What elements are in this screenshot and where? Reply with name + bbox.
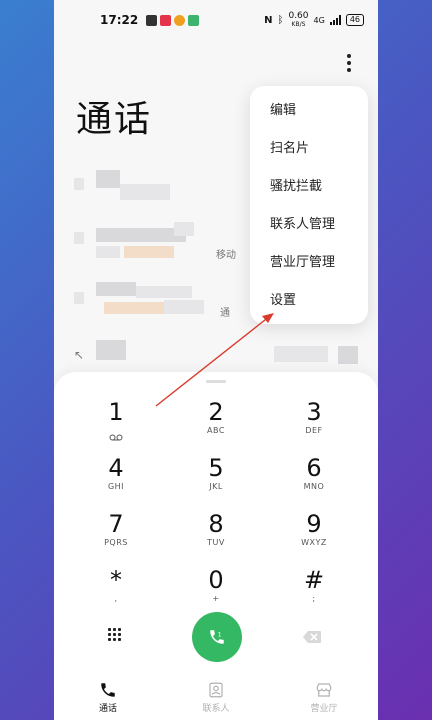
dial-key-7[interactable]: 7 PQRS bbox=[76, 510, 156, 562]
key-digit: 3 bbox=[306, 398, 322, 426]
key-letters: DEF bbox=[305, 426, 323, 435]
key-digit: 6 bbox=[306, 454, 322, 482]
network-type: 4G bbox=[313, 15, 325, 25]
overflow-menu: 编辑 扫名片 骚扰拦截 联系人管理 营业厅管理 设置 bbox=[250, 86, 368, 324]
network-speed-unit: KB/S bbox=[291, 20, 306, 28]
key-letters: + bbox=[212, 594, 220, 603]
outgoing-call-icon: ↖ bbox=[74, 348, 85, 362]
phone-icon: 1 bbox=[210, 630, 224, 644]
menu-item-spam-block[interactable]: 骚扰拦截 bbox=[250, 168, 368, 206]
dial-key-hash[interactable]: # ; bbox=[274, 566, 354, 618]
key-digit: 9 bbox=[306, 510, 322, 538]
bluetooth-icon: ᛒ bbox=[277, 14, 284, 26]
nfc-icon: N bbox=[264, 14, 273, 26]
nav-tab-calls[interactable]: 通话 bbox=[68, 681, 148, 714]
key-digit: 0 bbox=[208, 566, 224, 594]
carrier-tag: 通 bbox=[220, 308, 230, 319]
page-title: 通话 bbox=[76, 99, 153, 140]
status-indicators: N ᛒ 0.60 KB/S 4G 46 bbox=[264, 10, 364, 29]
menu-item-office-management[interactable]: 营业厅管理 bbox=[250, 244, 368, 282]
key-letters: ABC bbox=[207, 426, 225, 435]
menu-item-contact-management[interactable]: 联系人管理 bbox=[250, 206, 368, 244]
bottom-nav: 通话 联系人 营业厅 bbox=[54, 674, 378, 720]
status-app-icons bbox=[146, 14, 200, 26]
key-letters: TUV bbox=[207, 538, 225, 547]
key-digit: 7 bbox=[108, 510, 124, 538]
nav-tab-business-hall[interactable]: 营业厅 bbox=[284, 681, 364, 714]
key-digit: 5 bbox=[208, 454, 224, 482]
network-speed-value: 0.60 bbox=[288, 10, 309, 21]
carrier-tag: 移动 bbox=[216, 250, 236, 261]
key-letters: , bbox=[114, 594, 118, 603]
key-digit: 4 bbox=[108, 454, 124, 482]
key-letters: ; bbox=[312, 594, 316, 603]
dialpad: 1 2 ABC 3 DEF 4 GHI 5 JKL 6 MNO 7 PQRS 8 bbox=[54, 372, 378, 720]
key-digit: * bbox=[110, 566, 122, 594]
phone-tab-icon bbox=[101, 682, 115, 697]
contacts-tab-icon bbox=[209, 682, 223, 697]
voicemail-icon bbox=[109, 434, 123, 441]
network-speed: 0.60 KB/S bbox=[288, 10, 309, 29]
dial-key-0[interactable]: 0 + bbox=[176, 566, 256, 618]
menu-item-settings[interactable]: 设置 bbox=[250, 282, 368, 320]
key-letters: PQRS bbox=[104, 538, 128, 547]
svg-text:1: 1 bbox=[218, 631, 222, 638]
more-dot-icon bbox=[347, 54, 351, 58]
key-digit: 1 bbox=[108, 398, 124, 426]
menu-item-edit[interactable]: 编辑 bbox=[250, 92, 368, 130]
store-tab-icon bbox=[316, 682, 332, 697]
app-notification-icon bbox=[146, 14, 158, 26]
call-button[interactable]: 1 bbox=[192, 612, 242, 662]
status-time: 17:22 bbox=[100, 13, 139, 27]
more-options-button[interactable] bbox=[336, 48, 362, 78]
dial-key-5[interactable]: 5 JKL bbox=[176, 454, 256, 506]
dial-key-6[interactable]: 6 MNO bbox=[274, 454, 354, 506]
nav-label: 联系人 bbox=[202, 703, 230, 714]
key-letters: MNO bbox=[303, 482, 325, 491]
menu-item-scan-card[interactable]: 扫名片 bbox=[250, 130, 368, 168]
status-bar: 17:22 N ᛒ 0.60 KB/S 4G 46 bbox=[54, 0, 378, 40]
nav-label: 通话 bbox=[98, 703, 117, 714]
dialpad-toggle-icon[interactable] bbox=[108, 628, 121, 641]
more-dot-icon bbox=[347, 61, 351, 65]
phone-screen: 17:22 N ᛒ 0.60 KB/S 4G 46 通话 移动 通 ↖ 编辑 扫… bbox=[54, 0, 378, 720]
dial-key-star[interactable]: * , bbox=[76, 566, 156, 618]
key-digit: # bbox=[303, 566, 325, 594]
backspace-icon[interactable] bbox=[302, 629, 322, 648]
key-digit: 2 bbox=[208, 398, 224, 426]
key-letters: WXYZ bbox=[301, 538, 327, 547]
app-notification-icon bbox=[174, 14, 186, 26]
key-letters: JKL bbox=[209, 482, 223, 491]
dial-key-1[interactable]: 1 bbox=[76, 398, 156, 450]
app-notification-icon bbox=[188, 14, 200, 26]
dial-key-3[interactable]: 3 DEF bbox=[274, 398, 354, 450]
nav-tab-contacts[interactable]: 联系人 bbox=[176, 681, 256, 714]
app-notification-icon bbox=[160, 14, 172, 26]
dial-key-9[interactable]: 9 WXYZ bbox=[274, 510, 354, 562]
key-letters: GHI bbox=[107, 482, 125, 491]
dial-key-8[interactable]: 8 TUV bbox=[176, 510, 256, 562]
nav-label: 营业厅 bbox=[310, 703, 338, 714]
battery-icon: 46 bbox=[345, 14, 364, 26]
drag-handle[interactable] bbox=[206, 380, 226, 383]
dial-key-2[interactable]: 2 ABC bbox=[176, 398, 256, 450]
signal-icon bbox=[329, 15, 341, 25]
key-digit: 8 bbox=[208, 510, 224, 538]
dial-key-4[interactable]: 4 GHI bbox=[76, 454, 156, 506]
more-dot-icon bbox=[347, 68, 351, 72]
